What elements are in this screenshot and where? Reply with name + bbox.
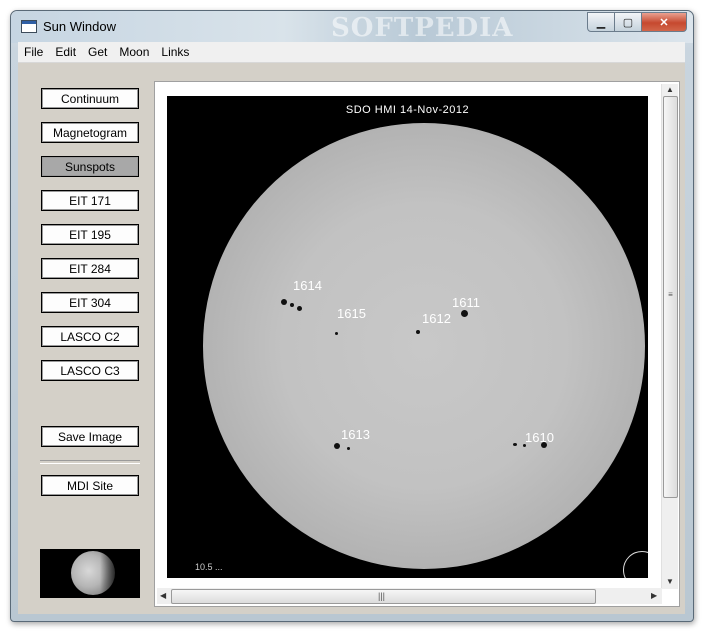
caption-buttons: ▁ ▢ ✕	[587, 12, 687, 32]
region-label-1611: 1611	[452, 295, 480, 310]
menu-edit[interactable]: Edit	[49, 45, 82, 59]
lasco-c3-button[interactable]: LASCO C3	[41, 360, 139, 381]
orientation-circle	[623, 551, 648, 578]
client-area: File Edit Get Moon Links Continuum Magne…	[18, 42, 685, 614]
sunspot	[335, 332, 338, 335]
sunspot	[290, 303, 294, 307]
sunspot	[281, 299, 287, 305]
scroll-down-icon[interactable]: ▼	[666, 577, 674, 586]
vertical-scrollbar[interactable]: ▲ ≡ ▼	[661, 84, 678, 589]
scroll-right-icon[interactable]: ▶	[651, 591, 657, 600]
app-window-icon	[21, 20, 37, 33]
left-button-panel: Continuum Magnetogram Sunspots EIT 171 E…	[18, 63, 151, 614]
minimize-button[interactable]: ▁	[587, 12, 615, 32]
region-label-1612: 1612	[422, 311, 451, 326]
moon-shadow	[100, 549, 130, 598]
eit-284-button[interactable]: EIT 284	[41, 258, 139, 279]
menu-get[interactable]: Get	[82, 45, 113, 59]
sunspot	[461, 310, 468, 317]
mdi-site-button[interactable]: MDI Site	[41, 475, 139, 496]
lasco-c2-button[interactable]: LASCO C2	[41, 326, 139, 347]
menu-file[interactable]: File	[18, 45, 49, 59]
sunspot	[334, 443, 340, 449]
region-label-1613: 1613	[341, 427, 370, 442]
sunspot	[416, 330, 420, 334]
softpedia-watermark: SOFTPEDIA	[331, 13, 514, 43]
window-title: Sun Window	[43, 19, 116, 34]
continuum-button[interactable]: Continuum	[41, 88, 139, 109]
sunspot	[541, 442, 547, 448]
save-image-button[interactable]: Save Image	[41, 426, 139, 447]
menu-moon[interactable]: Moon	[113, 45, 155, 59]
grip-icon: |||	[378, 591, 386, 601]
maximize-button[interactable]: ▢	[614, 12, 642, 32]
sun-disk	[203, 123, 645, 569]
region-label-1614: 1614	[293, 278, 322, 293]
menu-links[interactable]: Links	[155, 45, 195, 59]
title-bar[interactable]: Sun Window SOFTPEDIA ▁ ▢ ✕	[11, 11, 693, 43]
eit-171-button[interactable]: EIT 171	[41, 190, 139, 211]
eit-195-button[interactable]: EIT 195	[41, 224, 139, 245]
sunspot	[513, 443, 517, 446]
vertical-scroll-thumb[interactable]: ≡	[663, 96, 678, 498]
sun-window: Sun Window SOFTPEDIA ▁ ▢ ✕ File Edit Get…	[10, 10, 694, 622]
magnetogram-button[interactable]: Magnetogram	[41, 122, 139, 143]
sunspots-button[interactable]: Sunspots	[41, 156, 139, 177]
region-label-1610: 1610	[525, 430, 554, 445]
horizontal-scrollbar[interactable]: ◀ ||| ▶	[157, 588, 662, 604]
region-label-1615: 1615	[337, 306, 366, 321]
menu-bar: File Edit Get Moon Links	[18, 42, 685, 63]
sunspot	[297, 306, 302, 311]
panel-separator	[40, 460, 140, 464]
image-title: SDO HMI 14-Nov-2012	[345, 104, 470, 116]
sun-image: SDO HMI 14-Nov-2012 1614 1615 1612 1611 …	[167, 96, 648, 578]
image-caption: 10.5 ...	[195, 562, 223, 572]
scroll-left-icon[interactable]: ◀	[160, 591, 166, 600]
sunspot	[347, 447, 350, 450]
image-viewer: SDO HMI 14-Nov-2012 1614 1615 1612 1611 …	[154, 81, 680, 607]
horizontal-scroll-thumb[interactable]: |||	[171, 589, 596, 604]
grip-icon: ≡	[668, 290, 673, 299]
scroll-up-icon[interactable]: ▲	[666, 85, 674, 94]
sunspot	[523, 444, 526, 447]
close-button[interactable]: ✕	[641, 12, 687, 32]
moon-phase-image[interactable]	[40, 549, 140, 598]
eit-304-button[interactable]: EIT 304	[41, 292, 139, 313]
